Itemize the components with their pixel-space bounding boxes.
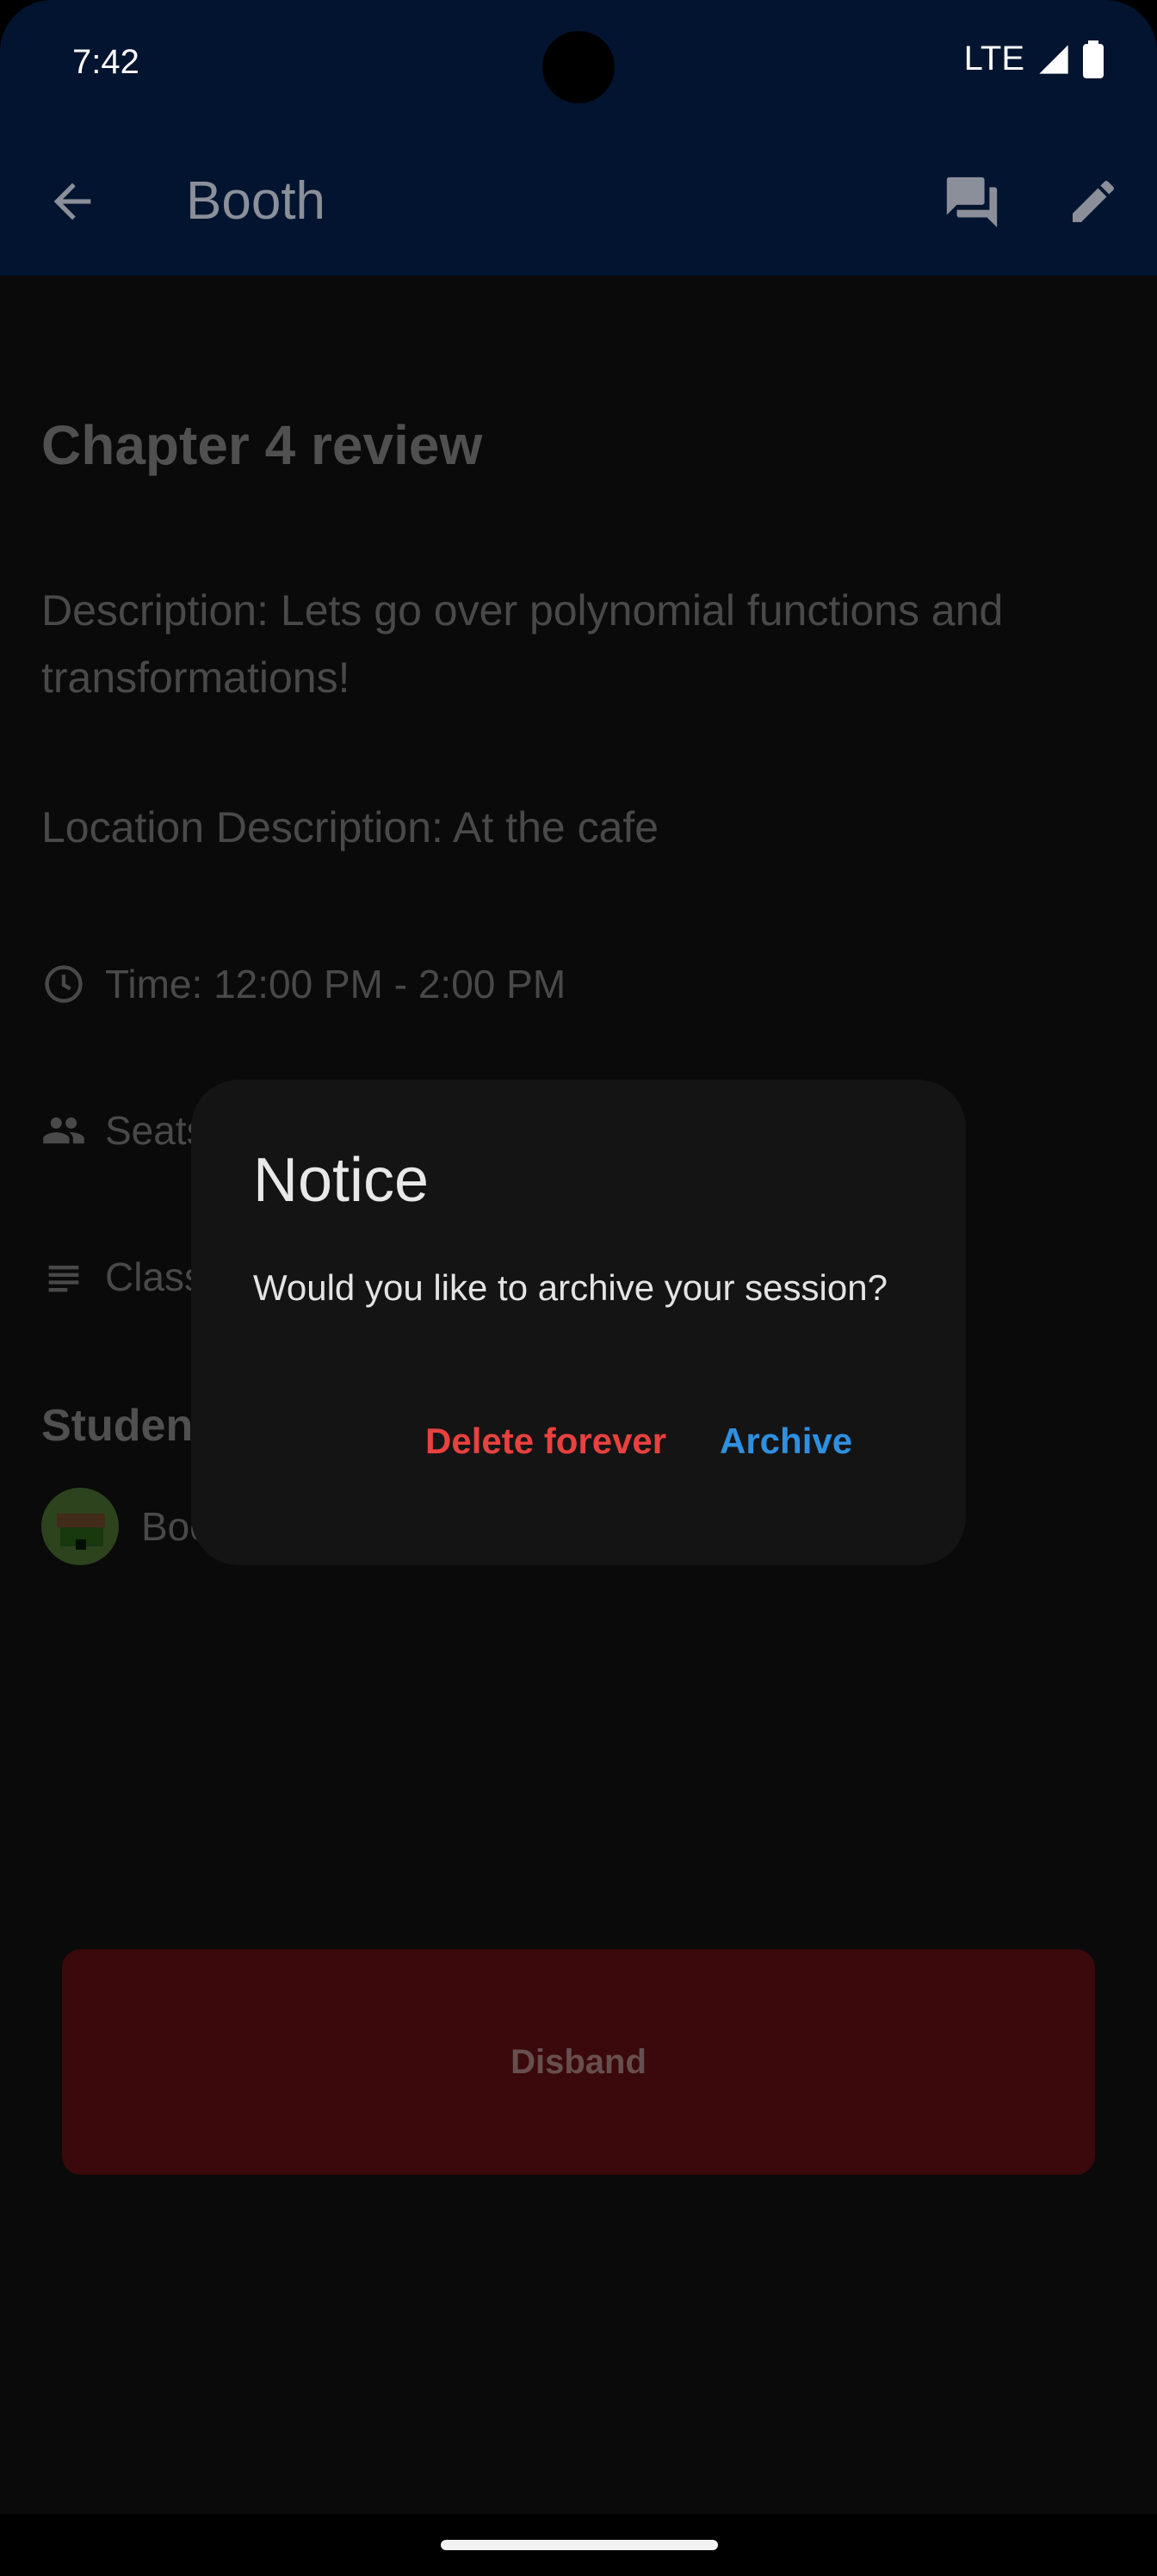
screen: 7:42 LTE Booth Chapter 4 review Descript… xyxy=(0,0,1157,2576)
archive-button[interactable]: Archive xyxy=(720,1421,852,1462)
home-gesture-handle[interactable] xyxy=(441,2540,718,2550)
status-icons: LTE xyxy=(964,40,1104,78)
chat-icon[interactable] xyxy=(942,172,1002,232)
app-title: Booth xyxy=(186,171,326,231)
edit-icon[interactable] xyxy=(1066,174,1121,229)
camera-cutout xyxy=(542,31,615,103)
app-bar: Booth xyxy=(0,129,1157,276)
delete-forever-button[interactable]: Delete forever xyxy=(425,1421,666,1462)
back-arrow-icon[interactable] xyxy=(45,174,100,229)
status-time: 7:42 xyxy=(72,43,139,81)
status-bar: 7:42 LTE xyxy=(0,0,1157,129)
dialog-message: Would you like to archive your session? xyxy=(253,1267,888,1308)
battery-icon xyxy=(1083,40,1104,78)
notice-dialog: Notice Would you like to archive your se… xyxy=(191,1080,966,1565)
network-type: LTE xyxy=(963,40,1024,77)
dialog-title: Notice xyxy=(253,1146,430,1215)
signal-icon xyxy=(1039,44,1068,74)
